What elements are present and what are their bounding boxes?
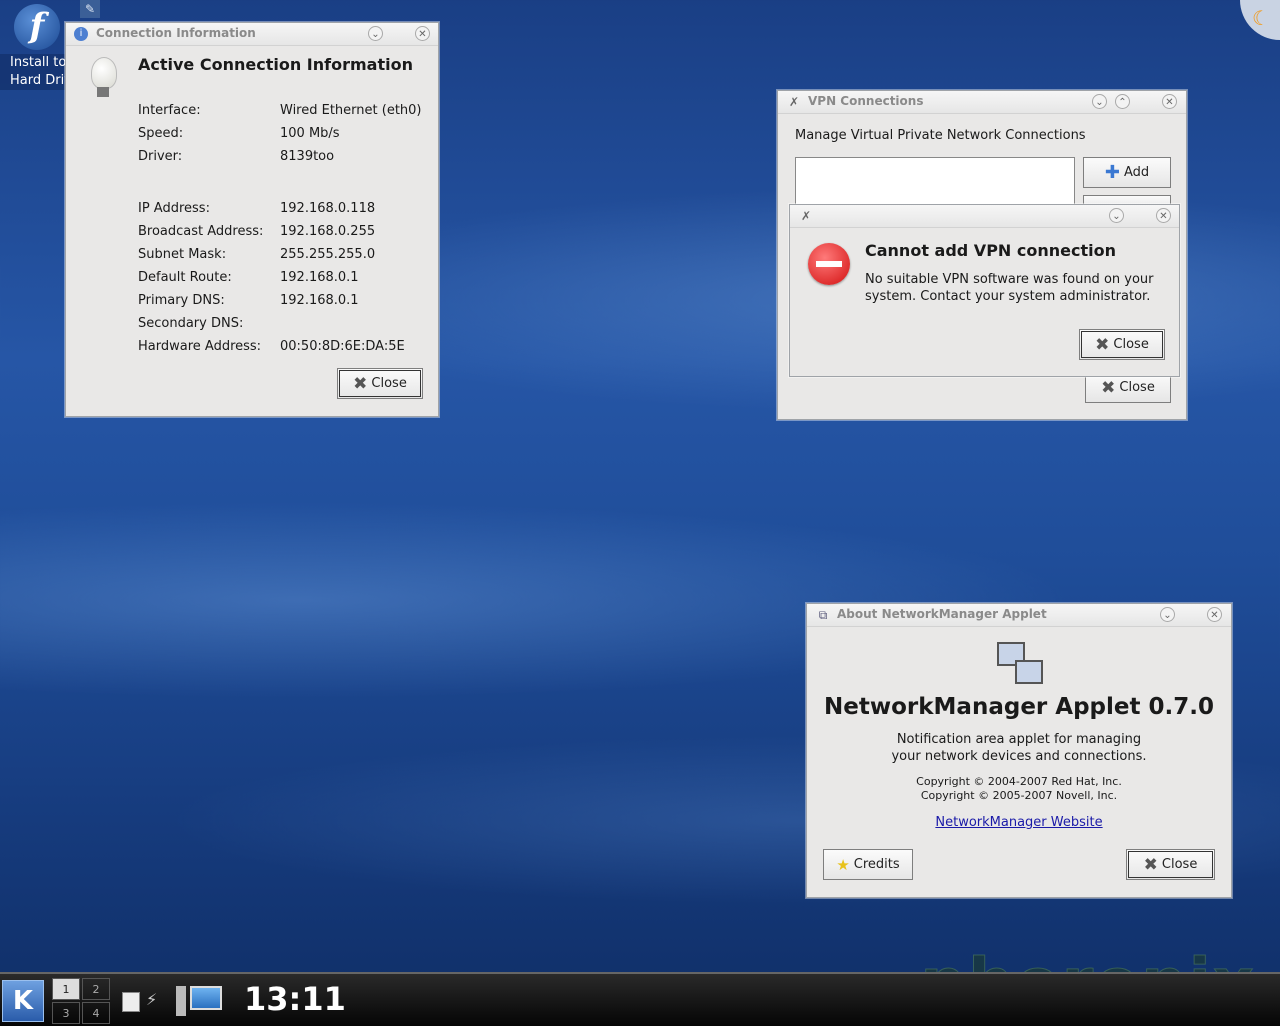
hardware-label: Hardware Address: [138,339,262,354]
subnet-label: Subnet Mask: [138,247,227,262]
copyright-1: Copyright © 2004-2007 Red Hat, Inc. [916,775,1122,788]
monitor-icon[interactable] [176,984,224,1018]
plus-icon: ✚ [1104,162,1120,183]
speed-value: 100 Mb/s [280,126,340,141]
vpn-subtitle: Manage Virtual Private Network Connectio… [795,128,1086,143]
vpn-list[interactable] [795,157,1075,209]
speed-label: Speed: [138,126,184,141]
broadcast-label: Broadcast Address: [138,224,264,239]
page-title: Active Connection Information [138,55,413,74]
taskbar: K 1 2 3 4 ⚡ 13:11 [0,972,1280,1026]
window-title: About NetworkManager Applet [837,607,1047,621]
pager-desktop-1[interactable]: 1 [52,978,80,1000]
connection-info-window: i Connection Information ⌄ ✕ Active Conn… [65,22,439,417]
info-icon: i [74,27,88,41]
clock[interactable]: 13:11 [244,980,346,1018]
close-icon: ✖ [353,373,368,394]
star-icon: ★ [836,855,850,874]
primary-dns-label: Primary DNS: [138,293,225,308]
error-heading: Cannot add VPN connection [865,241,1116,260]
close-icon: ✖ [1101,377,1116,398]
minimize-button[interactable]: ⌄ [1109,208,1124,223]
tools-icon: ✗ [800,209,812,223]
ip-label: IP Address: [138,201,210,216]
window-title: Connection Information [96,26,256,40]
add-button[interactable]: ✚ Add [1083,157,1171,188]
interface-label: Interface: [138,103,201,118]
window-title: VPN Connections [808,94,924,108]
error-close-button[interactable]: ✖ Close [1079,329,1165,360]
close-x-button[interactable]: ✕ [1162,94,1177,109]
pager-desktop-4[interactable]: 4 [82,1002,110,1024]
primary-dns-value: 192.168.0.1 [280,293,359,308]
credits-button[interactable]: ★ Credits [823,849,913,880]
close-icon: ✖ [1095,334,1110,355]
minimize-button[interactable]: ⌄ [368,26,383,41]
subnet-value: 255.255.255.0 [280,247,376,262]
close-x-button[interactable]: ✕ [1207,607,1222,622]
maximize-button[interactable]: ⌃ [1115,94,1130,109]
minimize-button[interactable]: ⌄ [1160,607,1175,622]
desktop-pager: 1 2 3 4 [50,976,112,1024]
secondary-dns-label: Secondary DNS: [138,316,244,331]
network-applet-icon[interactable]: ⚡ [146,990,157,1009]
minimize-button[interactable]: ⌄ [1092,94,1107,109]
about-close-button[interactable]: ✖ Close [1126,849,1215,880]
close-x-button[interactable]: ✕ [415,26,430,41]
broadcast-value: 192.168.0.255 [280,224,376,239]
ip-value: 192.168.0.118 [280,201,376,216]
lightbulb-icon [91,57,117,89]
fedora-logo-icon: f [14,4,60,50]
error-message-line-2: system. Contact your system administrato… [865,289,1151,304]
website-link[interactable]: NetworkManager Website [807,815,1231,830]
close-x-button[interactable]: ✕ [1156,208,1171,223]
titlebar[interactable]: i Connection Information ⌄ ✕ [66,23,438,46]
network-computers-icon [997,642,1043,686]
interface-value: Wired Ethernet (eth0) [280,103,422,118]
driver-value: 8139too [280,149,335,164]
route-label: Default Route: [138,270,232,285]
clipboard-icon[interactable] [122,992,140,1012]
error-message-line-1: No suitable VPN software was found on yo… [865,272,1154,287]
close-button[interactable]: ✖ Close [337,368,423,399]
about-window: ⧉ About NetworkManager Applet ⌄ ✕ Networ… [806,603,1232,898]
error-dialog: ✗ ⌄ ✕ Cannot add VPN connection No suita… [789,204,1180,377]
error-icon [808,243,850,285]
app-description-2: your network devices and connections. [891,749,1147,764]
lightbulb-base [97,87,109,97]
app-name: NetworkManager Applet 0.7.0 [824,694,1214,720]
close-icon: ✖ [1143,854,1158,875]
copyright-2: Copyright © 2005-2007 Novell, Inc. [920,789,1118,802]
route-value: 192.168.0.1 [280,270,359,285]
titlebar[interactable]: ⧉ About NetworkManager Applet ⌄ ✕ [807,604,1231,627]
pager-desktop-3[interactable]: 3 [52,1002,80,1024]
wrench-icon[interactable]: ✎ [80,0,100,18]
hardware-value: 00:50:8D:6E:DA:5E [280,339,405,354]
tools-icon: ✗ [788,95,800,109]
pager-desktop-2[interactable]: 2 [82,978,110,1000]
corner-moon-icon[interactable]: ☾ [1240,0,1280,40]
kde-menu-button[interactable]: K [2,980,44,1022]
titlebar[interactable]: ✗ VPN Connections ⌄ ⌃ ✕ [778,91,1186,114]
titlebar[interactable]: ✗ ⌄ ✕ [790,205,1179,228]
app-description-1: Notification area applet for managing [896,732,1142,747]
driver-label: Driver: [138,149,183,164]
network-icon: ⧉ [818,608,828,622]
